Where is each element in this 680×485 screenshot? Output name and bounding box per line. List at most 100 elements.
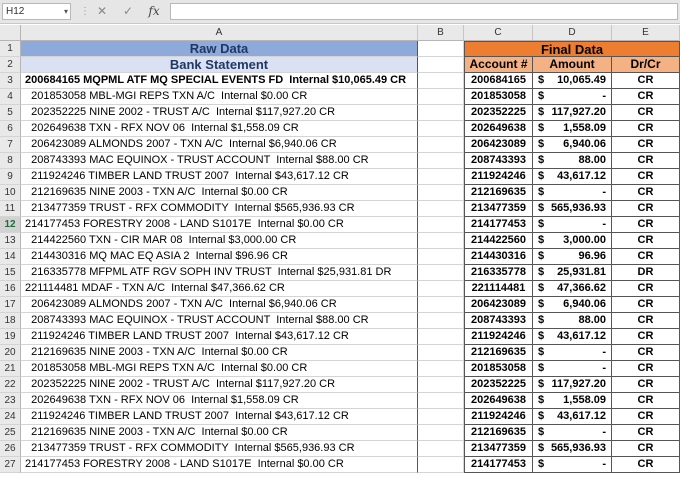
bank-statement-cell[interactable]: 216335778 MFPML ATF RGV SOPH INV TRUST I…	[21, 265, 418, 281]
row-header[interactable]: 3	[0, 73, 21, 89]
formula-input[interactable]	[170, 3, 678, 20]
amount-cell[interactable]: $117,927.20	[533, 377, 612, 393]
row-header[interactable]: 5	[0, 105, 21, 121]
account-column-header[interactable]: Account #	[464, 57, 533, 73]
row-header[interactable]: 25	[0, 425, 21, 441]
row-header[interactable]: 27	[0, 457, 21, 473]
bank-statement-cell[interactable]: 201853058 MBL-MGI REPS TXN A/C Internal …	[21, 361, 418, 377]
amount-cell[interactable]: $ -	[533, 89, 612, 105]
bank-statement-cell[interactable]: 211924246 TIMBER LAND TRUST 2007 Interna…	[21, 169, 418, 185]
empty-cell[interactable]	[418, 169, 464, 185]
amount-cell[interactable]: $565,936.93	[533, 201, 612, 217]
bank-statement-cell[interactable]: 213477359 TRUST - RFX COMMODITY Internal…	[21, 201, 418, 217]
amount-cell[interactable]: $ -	[533, 185, 612, 201]
cancel-icon[interactable]: ✕	[92, 3, 112, 20]
bank-statement-cell[interactable]: 202649638 TXN - RFX NOV 06 Internal $1,5…	[21, 393, 418, 409]
account-cell[interactable]: 208743393	[464, 313, 533, 329]
amount-cell[interactable]: $ -	[533, 361, 612, 377]
account-cell[interactable]: 202352225	[464, 377, 533, 393]
column-header-c[interactable]: C	[464, 25, 533, 41]
amount-cell[interactable]: $88.00	[533, 313, 612, 329]
amount-cell[interactable]: $1,558.09	[533, 121, 612, 137]
bank-statement-cell[interactable]: 211924246 TIMBER LAND TRUST 2007 Interna…	[21, 409, 418, 425]
row-header[interactable]: 15	[0, 265, 21, 281]
empty-cell[interactable]	[418, 233, 464, 249]
amount-cell[interactable]: $88.00	[533, 153, 612, 169]
amount-cell[interactable]: $ -	[533, 217, 612, 233]
drcr-cell[interactable]: CR	[612, 425, 680, 441]
drcr-column-header[interactable]: Dr/Cr	[612, 57, 680, 73]
account-cell[interactable]: 212169635	[464, 345, 533, 361]
bank-statement-cell[interactable]: 221114481 MDAF - TXN A/C Internal $47,36…	[21, 281, 418, 297]
row-header[interactable]: 18	[0, 313, 21, 329]
account-cell[interactable]: 202649638	[464, 121, 533, 137]
amount-cell[interactable]: $10,065.49	[533, 73, 612, 89]
empty-cell[interactable]	[418, 457, 464, 473]
amount-cell[interactable]: $3,000.00	[533, 233, 612, 249]
empty-cell[interactable]	[418, 345, 464, 361]
empty-cell[interactable]	[418, 185, 464, 201]
empty-cell[interactable]	[418, 73, 464, 89]
bank-statement-cell[interactable]: 212169635 NINE 2003 - TXN A/C Internal $…	[21, 425, 418, 441]
drcr-cell[interactable]: CR	[612, 249, 680, 265]
row-header[interactable]: 20	[0, 345, 21, 361]
empty-cell[interactable]	[418, 137, 464, 153]
drcr-cell[interactable]: CR	[612, 137, 680, 153]
row-header[interactable]: 16	[0, 281, 21, 297]
row-header[interactable]: 17	[0, 297, 21, 313]
amount-cell[interactable]: $565,936.93	[533, 441, 612, 457]
row-header[interactable]: 9	[0, 169, 21, 185]
bank-statement-cell[interactable]: 211924246 TIMBER LAND TRUST 2007 Interna…	[21, 329, 418, 345]
drcr-cell[interactable]: CR	[612, 89, 680, 105]
bank-statement-cell[interactable]: 213477359 TRUST - RFX COMMODITY Internal…	[21, 441, 418, 457]
account-cell[interactable]: 202352225	[464, 105, 533, 121]
account-cell[interactable]: 216335778	[464, 265, 533, 281]
amount-cell[interactable]: $117,927.20	[533, 105, 612, 121]
account-cell[interactable]: 213477359	[464, 201, 533, 217]
row-header[interactable]: 4	[0, 89, 21, 105]
final-data-title[interactable]: Final Data	[464, 41, 680, 57]
empty-cell[interactable]	[418, 297, 464, 313]
drcr-cell[interactable]: CR	[612, 345, 680, 361]
column-header-b[interactable]: B	[418, 25, 464, 41]
amount-cell[interactable]: $43,617.12	[533, 169, 612, 185]
account-cell[interactable]: 200684165	[464, 73, 533, 89]
bank-statement-cell[interactable]: 202352225 NINE 2002 - TRUST A/C Internal…	[21, 105, 418, 121]
empty-cell[interactable]	[418, 313, 464, 329]
empty-cell[interactable]	[418, 441, 464, 457]
bank-statement-cell[interactable]: 208743393 MAC EQUINOX - TRUST ACCOUNT In…	[21, 153, 418, 169]
drcr-cell[interactable]: CR	[612, 73, 680, 89]
row-header[interactable]: 12	[0, 217, 21, 233]
empty-cell[interactable]	[418, 249, 464, 265]
row-header[interactable]: 10	[0, 185, 21, 201]
account-cell[interactable]: 221114481	[464, 281, 533, 297]
account-cell[interactable]: 214422560	[464, 233, 533, 249]
raw-data-title[interactable]: Raw Data	[21, 41, 418, 57]
bank-statement-cell[interactable]: 212169635 NINE 2003 - TXN A/C Internal $…	[21, 185, 418, 201]
row-header[interactable]: 2	[0, 57, 21, 73]
account-cell[interactable]: 206423089	[464, 137, 533, 153]
fx-icon[interactable]: fx	[144, 3, 164, 20]
empty-cell[interactable]	[418, 377, 464, 393]
column-header-e[interactable]: E	[612, 25, 680, 41]
account-cell[interactable]: 211924246	[464, 329, 533, 345]
bank-statement-cell[interactable]: 214430316 MQ MAC EQ ASIA 2 Internal $96.…	[21, 249, 418, 265]
empty-cell[interactable]	[418, 361, 464, 377]
drcr-cell[interactable]: CR	[612, 233, 680, 249]
account-cell[interactable]: 214177453	[464, 217, 533, 233]
drcr-cell[interactable]: CR	[612, 361, 680, 377]
empty-cell[interactable]	[418, 281, 464, 297]
account-cell[interactable]: 214177453	[464, 457, 533, 473]
drcr-cell[interactable]: CR	[612, 121, 680, 137]
drcr-cell[interactable]: CR	[612, 105, 680, 121]
row-header[interactable]: 26	[0, 441, 21, 457]
amount-cell[interactable]: $6,940.06	[533, 297, 612, 313]
empty-cell[interactable]	[418, 201, 464, 217]
empty-cell[interactable]	[418, 153, 464, 169]
bank-statement-cell[interactable]: 201853058 MBL-MGI REPS TXN A/C Internal …	[21, 89, 418, 105]
bank-statement-header[interactable]: Bank Statement	[21, 57, 418, 73]
account-cell[interactable]: 208743393	[464, 153, 533, 169]
bank-statement-cell[interactable]: 200684165 MQPML ATF MQ SPECIAL EVENTS FD…	[21, 73, 418, 89]
row-header[interactable]: 11	[0, 201, 21, 217]
row-header[interactable]: 8	[0, 153, 21, 169]
